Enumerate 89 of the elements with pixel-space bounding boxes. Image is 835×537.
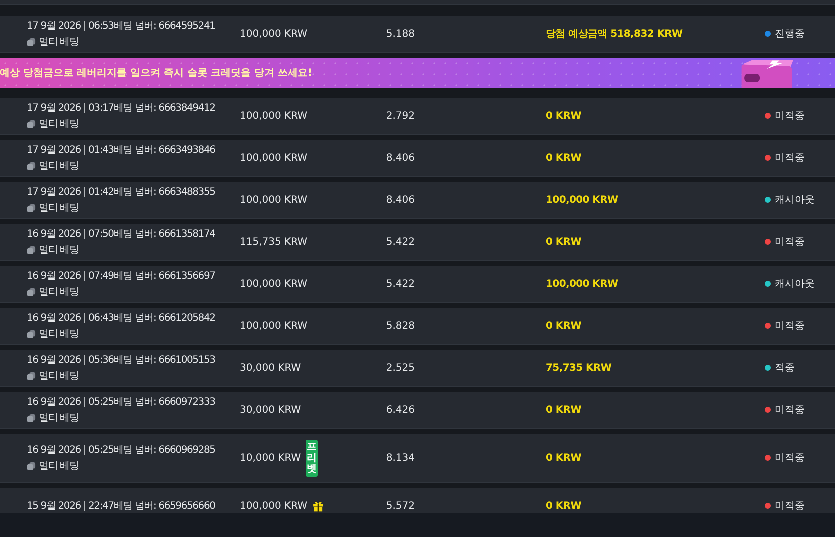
bet-type: 멀티 베팅: [39, 202, 79, 215]
bet-row[interactable]: 17 9월 2026 | 03:17베팅 넘버: 6663849412 멀티 베팅 100,000 KRW 2.792 0 KRW 미적중: [0, 98, 835, 135]
bet-row[interactable]: 17 9월 2026 | 01:42베팅 넘버: 6663488355 멀티 베팅 100,000 KRW 8.406 100,000 KRW 캐시아웃: [0, 182, 835, 219]
win-amount: 0 KRW: [546, 236, 582, 248]
odds-value: 5.188: [385, 28, 415, 40]
bet-row[interactable]: 16 9월 2026 | 07:49베팅 넘버: 6661356697 멀티 베팅 100,000 KRW 5.422 100,000 KRW 캐시아웃: [0, 266, 835, 303]
bet-row[interactable]: 16 9월 2026 | 05:25베팅 넘버: 6660969285 멀티 베팅 10,000 KRW 프리벳 8.134 0 KRW 미적중: [0, 434, 835, 483]
ticket-icon: [27, 246, 36, 254]
ticket-icon: [27, 288, 36, 296]
status-label: 미적중: [775, 152, 805, 165]
ticket-icon: [27, 38, 36, 46]
bet-row[interactable]: 15 9월 2026 | 22:47베팅 넘버: 6659656660 100,000 KRW 5.572 0 KRW 미적중: [0, 488, 835, 513]
stake-amount: 115,735 KRW: [240, 236, 308, 248]
win-amount: 100,000 KRW: [546, 194, 620, 206]
bet-type: 멀티 베팅: [39, 370, 79, 383]
win-amount: 100,000 KRW: [546, 278, 620, 290]
bet-row[interactable]: 16 9월 2026 | 07:50베팅 넘버: 6661358174 멀티 베팅 115,735 KRW 5.422 0 KRW 미적중: [0, 224, 835, 261]
bet-date-number: 16 9월 2026 | 05:36베팅 넘버: 6661005153: [27, 354, 216, 367]
ticket-icon: [27, 162, 36, 170]
win-amount: 0 KRW: [546, 452, 582, 464]
odds-value: 2.792: [385, 110, 415, 122]
bet-type: 멀티 베팅: [39, 328, 79, 341]
odds-value: 5.828: [385, 320, 415, 332]
bet-date-number: 17 9월 2026 | 01:43베팅 넘버: 6663493846: [27, 144, 216, 157]
status-label: 미적중: [775, 452, 805, 465]
bet-date-number: 16 9월 2026 | 07:49베팅 넘버: 6661356697: [27, 270, 216, 283]
odds-value: 5.422: [385, 236, 415, 248]
freebet-badge: 프리벳: [306, 440, 318, 476]
ticket-icon: [27, 120, 36, 128]
ticket-icon: [27, 204, 36, 212]
odds-value: 6.426: [385, 404, 415, 416]
status-label: 진행중: [775, 28, 805, 41]
win-amount: 0 KRW: [546, 404, 582, 416]
win-amount: 0 KRW: [546, 110, 582, 122]
status-label: 미적중: [775, 404, 805, 417]
bet-row[interactable]: 16 9월 2026 | 06:43베팅 넘버: 6661205842 멀티 베팅 100,000 KRW 5.828 0 KRW 미적중: [0, 308, 835, 345]
status-label: 미적중: [775, 236, 805, 249]
odds-value: 8.406: [385, 152, 415, 164]
win-amount: 0 KRW: [546, 152, 582, 164]
status-label: 미적중: [775, 110, 805, 123]
bet-date-number: 16 9월 2026 | 06:43베팅 넘버: 6661205842: [27, 312, 216, 325]
stake-amount: 100,000 KRW: [240, 278, 308, 290]
banner-text: 예상 당첨금으로 레버리지를 일으켜 즉시 슬롯 크레딧을 당겨 쓰세요!: [0, 67, 312, 80]
stake-amount: 100,000 KRW: [240, 28, 308, 40]
bet-type: 멀티 베팅: [39, 36, 79, 49]
stake-amount: 30,000 KRW: [240, 404, 302, 416]
status-label: 미적중: [775, 320, 805, 333]
win-amount: 0 KRW: [546, 320, 582, 332]
bet-date-number: 16 9월 2026 | 05:25베팅 넘버: 6660972333: [27, 396, 216, 409]
win-amount: 0 KRW: [546, 500, 582, 512]
odds-value: 8.134: [385, 452, 415, 464]
bet-row[interactable]: 17 9월 2026 | 06:53베팅 넘버: 6664595241 멀티 베팅 100,000 KRW 5.188 당첨 예상금액 518,832 KRW 진행중: [0, 16, 835, 53]
bet-date-number: 17 9월 2026 | 03:17베팅 넘버: 6663849412: [27, 102, 216, 115]
ticket-icon: [27, 372, 36, 380]
ticket-icon: [27, 462, 36, 470]
bet-row[interactable]: 16 9월 2026 | 05:25베팅 넘버: 6660972333 멀티 베팅 30,000 KRW 6.426 0 KRW 미적중: [0, 392, 835, 429]
stake-amount: 100,000 KRW: [240, 194, 308, 206]
bet-date-number: 16 9월 2026 | 07:50베팅 넘버: 6661358174: [27, 228, 216, 241]
bet-row[interactable]: 17 9월 2026 | 01:43베팅 넘버: 6663493846 멀티 베팅 100,000 KRW 8.406 0 KRW 미적중: [0, 140, 835, 177]
win-amount: 75,735 KRW: [546, 362, 613, 374]
status-label: 미적중: [775, 500, 805, 513]
stake-amount: 30,000 KRW: [240, 362, 302, 374]
odds-value: 8.406: [385, 194, 415, 206]
status-label: 캐시아웃: [775, 278, 815, 291]
bet-date-number: 16 9월 2026 | 05:25베팅 넘버: 6660969285: [27, 444, 216, 457]
status-label: 캐시아웃: [775, 194, 815, 207]
bet-row[interactable]: 16 9월 2026 | 05:36베팅 넘버: 6661005153 멀티 베팅 30,000 KRW 2.525 75,735 KRW 적중: [0, 350, 835, 387]
bet-date-number: 17 9월 2026 | 06:53베팅 넘버: 6664595241: [27, 20, 216, 33]
bet-type: 멀티 베팅: [39, 160, 79, 173]
bet-type: 멀티 베팅: [39, 412, 79, 425]
ticket-icon: [27, 414, 36, 422]
bet-date-number: 17 9월 2026 | 01:42베팅 넘버: 6663488355: [27, 186, 216, 199]
bet-date-number: 15 9월 2026 | 22:47베팅 넘버: 6659656660: [27, 500, 216, 513]
ticket-icon: [27, 330, 36, 338]
bet-type: 멀티 베팅: [39, 244, 79, 257]
bet-type: 멀티 베팅: [39, 460, 79, 473]
bet-type: 멀티 베팅: [39, 286, 79, 299]
stake-amount: 10,000 KRW: [240, 452, 302, 464]
odds-value: 2.525: [385, 362, 415, 374]
odds-value: 5.572: [385, 500, 415, 512]
win-amount: 당첨 예상금액 518,832 KRW: [546, 28, 684, 41]
bet-type: 멀티 베팅: [39, 118, 79, 131]
gift-icon: [312, 500, 324, 512]
stake-amount: 100,000 KRW: [240, 152, 308, 164]
stake-amount: 100,000 KRW: [240, 500, 308, 512]
status-label: 적중: [775, 362, 795, 375]
stake-amount: 100,000 KRW: [240, 110, 308, 122]
stake-amount: 100,000 KRW: [240, 320, 308, 332]
odds-value: 5.422: [385, 278, 415, 290]
